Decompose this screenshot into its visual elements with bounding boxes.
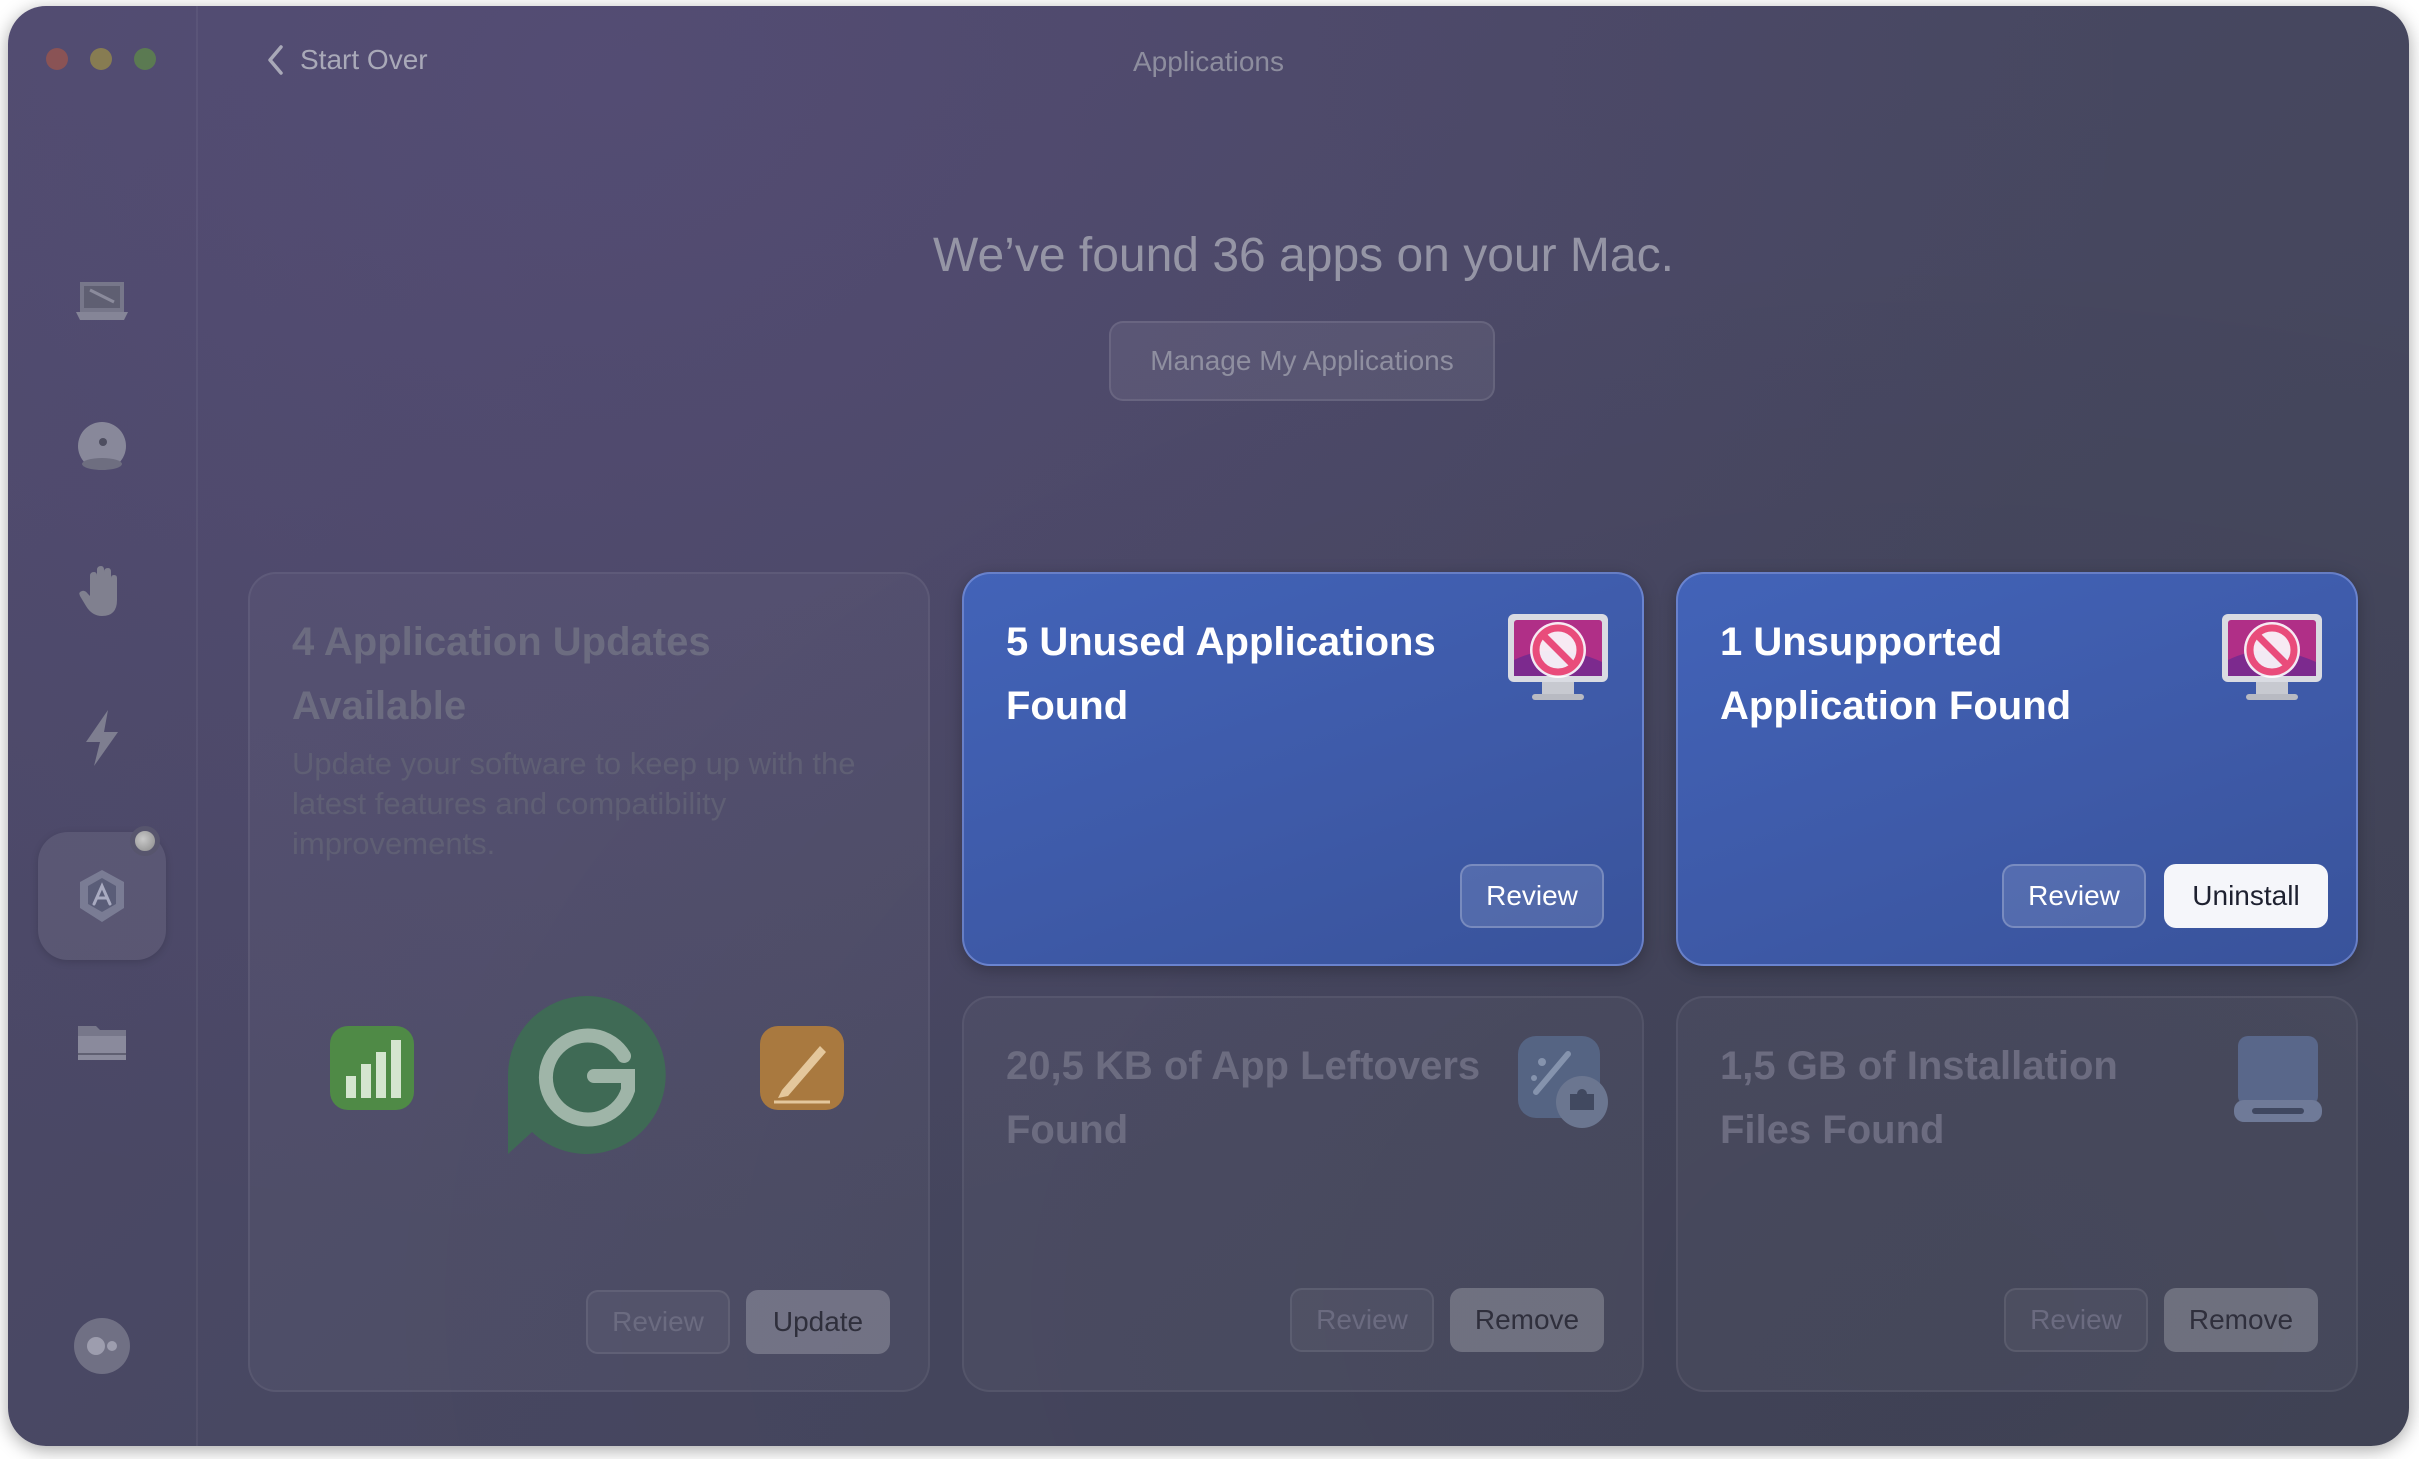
sidebar-item-protection[interactable] (38, 528, 166, 656)
updates-card: 4 Application Updates Available Update y… (248, 572, 930, 1392)
sidebar-item-my-clutter[interactable] (38, 978, 166, 1106)
grammarly-app-icon (506, 994, 668, 1161)
sidebar-item-cleanup[interactable] (38, 382, 166, 510)
installation-files-card-title: 1,5 GB of Installation Files Found (1720, 1044, 2118, 1152)
leftovers-review-button[interactable]: Review (1290, 1288, 1434, 1352)
sphere-icon (78, 422, 126, 470)
manage-applications-button[interactable]: Manage My Applications (1109, 321, 1495, 401)
numbers-app-icon (328, 1024, 416, 1117)
lightning-icon (86, 710, 118, 766)
monitor-tray-icon (76, 282, 128, 320)
updates-card-description: Update your software to keep up with the… (292, 746, 856, 861)
updates-review-button[interactable]: Review (586, 1290, 730, 1354)
unsupported-app-card-title: 1 Unsupported Application Found (1720, 620, 2072, 728)
leftovers-puzzle-icon (1512, 1032, 1612, 1137)
unsupported-review-button[interactable]: Review (2002, 864, 2146, 928)
hand-icon (79, 566, 117, 616)
installation-remove-button[interactable]: Remove (2164, 1288, 2318, 1352)
updates-card-title: 4 Application Updates Available (292, 620, 711, 728)
unused-review-button[interactable]: Review (1460, 864, 1604, 928)
uninstall-button[interactable]: Uninstall (2164, 864, 2328, 928)
pages-app-icon (758, 1024, 846, 1117)
notification-badge (130, 826, 160, 856)
app-window: Start Over Applications We’ve found 36 a… (8, 6, 2409, 1446)
leftovers-card: 20,5 KB of App Leftovers Found Review Re… (962, 996, 1644, 1392)
sidebar-item-smart-care[interactable] (38, 236, 166, 364)
leftovers-card-title: 20,5 KB of App Leftovers Found (1006, 1044, 1481, 1152)
assistant-dots-icon (74, 1318, 130, 1374)
sidebar (8, 6, 198, 1446)
page-title: We’ve found 36 apps on your Mac. (933, 229, 1674, 282)
prohibited-monitor-icon (1504, 610, 1612, 711)
app-hexagon-icon (80, 870, 124, 922)
unsupported-app-card: 1 Unsupported Application Found Review U… (1676, 572, 2358, 966)
unused-apps-card-title: 5 Unused Applications Found (1006, 620, 1436, 728)
installation-review-button[interactable]: Review (2004, 1288, 2148, 1352)
sidebar-item-applications[interactable] (38, 826, 166, 960)
installer-disk-icon (2230, 1032, 2326, 1137)
folder-icon (78, 1026, 126, 1060)
leftovers-remove-button[interactable]: Remove (1450, 1288, 1604, 1352)
installation-files-card: 1,5 GB of Installation Files Found Revie… (1676, 996, 2358, 1392)
sidebar-item-assistant[interactable] (38, 1282, 166, 1410)
update-button[interactable]: Update (746, 1290, 890, 1354)
prohibited-monitor-icon (2218, 610, 2326, 711)
sidebar-item-performance[interactable] (38, 674, 166, 802)
window-title: Applications (1133, 46, 1284, 77)
update-apps-row (328, 994, 888, 1164)
unused-apps-card: 5 Unused Applications Found Review (962, 572, 1644, 966)
